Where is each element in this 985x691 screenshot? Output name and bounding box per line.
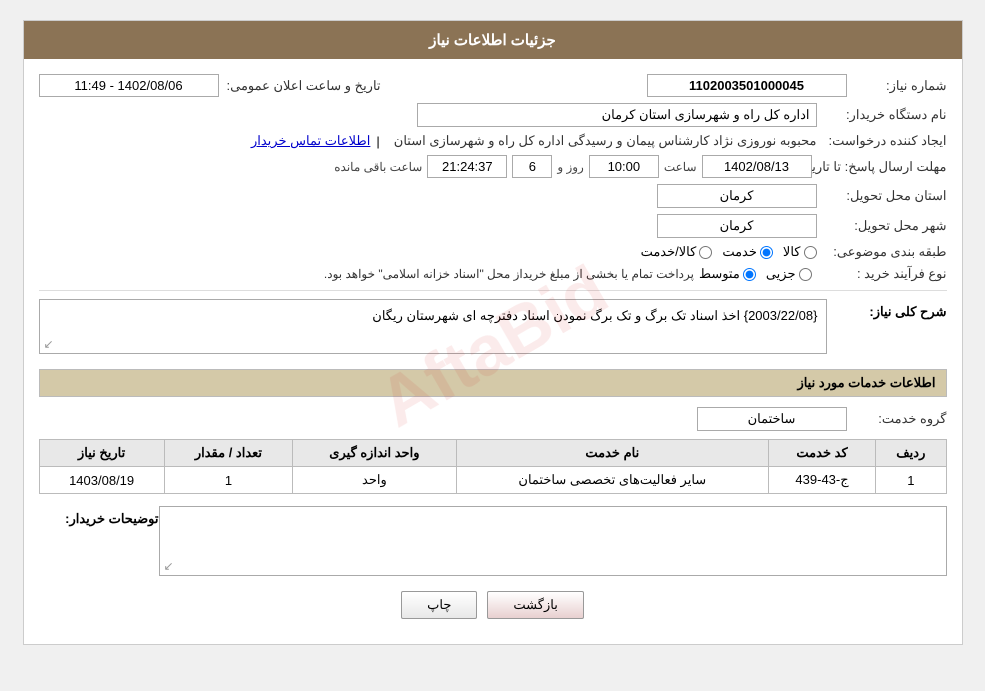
deadline-date: 1402/08/13 <box>702 155 812 178</box>
content-area: شماره نیاز: 1102003501000045 تاریخ و ساع… <box>24 59 962 644</box>
city-label: شهر محل تحویل: <box>817 218 947 234</box>
col-header-unit: واحد اندازه گیری <box>293 440 456 467</box>
category-label-kala-khedmat: کالا/خدمت <box>641 244 697 260</box>
deadline-time: 10:00 <box>589 155 659 178</box>
services-title: اطلاعات خدمات مورد نیاز <box>797 375 935 390</box>
service-group-label: گروه خدمت: <box>847 411 947 427</box>
divider-1 <box>39 290 947 291</box>
cell-need-date: 1403/08/19 <box>39 467 164 494</box>
description-label: شرح کلی نیاز: <box>827 299 947 320</box>
buyer-org-value: اداره کل راه و شهرسازی استان کرمان <box>417 103 817 127</box>
creator-label: ایجاد کننده درخواست: <box>817 133 947 149</box>
category-radio-kala-khedmat[interactable] <box>699 246 712 259</box>
col-header-service-name: نام خدمت <box>456 440 768 467</box>
province-value: کرمان <box>657 184 817 208</box>
table-row: 1 ج-43-439 سایر فعالیت‌های تخصصی ساختمان… <box>39 467 946 494</box>
buyer-org-label: نام دستگاه خریدار: <box>817 107 947 123</box>
category-radio-khedmat[interactable] <box>760 246 773 259</box>
deadline-label: مهلت ارسال پاسخ: تا تاریخ: <box>817 159 947 175</box>
date-label: تاریخ و ساعت اعلان عمومی: <box>219 78 381 94</box>
category-label-kala: کالا <box>783 244 801 260</box>
deadline-time-label: ساعت <box>664 160 697 174</box>
purchase-type-radio-jozii[interactable] <box>799 268 812 281</box>
announcement-number-value: 1102003501000045 <box>647 74 847 97</box>
services-section-header: اطلاعات خدمات مورد نیاز <box>39 369 947 397</box>
page-header: جزئیات اطلاعات نیاز <box>24 21 962 59</box>
category-option-kala: کالا <box>783 244 817 260</box>
city-value: کرمان <box>657 214 817 238</box>
category-radio-group: کالا خدمت کالا/خدمت <box>641 244 817 260</box>
cell-service-code: ج-43-439 <box>768 467 875 494</box>
page-title: جزئیات اطلاعات نیاز <box>429 32 556 49</box>
purchase-type-option-jozii: جزیی <box>766 266 812 282</box>
purchase-type-radio-motevaset[interactable] <box>743 268 756 281</box>
purchase-type-note: پرداخت تمام یا بخشی از مبلغ خریداز محل "… <box>324 267 694 281</box>
cell-unit: واحد <box>293 467 456 494</box>
buyer-description-label: توضیحات خریدار: <box>39 506 159 527</box>
description-content: {2003/22/08} اخذ اسناد تک برگ و تک برگ ن… <box>372 308 817 323</box>
service-group-value: ساختمان <box>697 407 847 431</box>
description-box: {2003/22/08} اخذ اسناد تک برگ و تک برگ ن… <box>39 299 827 354</box>
announcement-number-label: شماره نیاز: <box>847 78 947 94</box>
purchase-type-label: نوع فرآیند خرید : <box>817 266 947 282</box>
category-option-kala-khedmat: کالا/خدمت <box>641 244 713 260</box>
buyer-description-box <box>159 506 947 576</box>
date-value: 1402/08/06 - 11:49 <box>39 74 219 97</box>
purchase-type-label-jozii: جزیی <box>766 266 796 282</box>
col-header-service-code: کد خدمت <box>768 440 875 467</box>
buyer-description-row: توضیحات خریدار: <box>39 506 947 576</box>
purchase-type-label-motevaset: متوسط <box>699 266 740 282</box>
category-label: طبقه بندی موضوعی: <box>817 244 947 260</box>
category-label-khedmat: خدمت <box>722 244 757 260</box>
purchase-type-radio-group: جزیی متوسط <box>699 266 812 282</box>
deadline-remain-label: ساعت باقی مانده <box>334 160 422 174</box>
buttons-row: بازگشت چاپ <box>39 576 947 629</box>
cell-service-name: سایر فعالیت‌های تخصصی ساختمان <box>456 467 768 494</box>
category-option-khedmat: خدمت <box>722 244 773 260</box>
back-button[interactable]: بازگشت <box>487 591 583 619</box>
deadline-day-label: روز و <box>557 160 584 174</box>
category-radio-kala[interactable] <box>804 246 817 259</box>
col-header-need-date: تاریخ نیاز <box>39 440 164 467</box>
deadline-remain: 21:24:37 <box>427 155 507 178</box>
creator-name: محبوبه نوروزی نژاد کارشناس پیمان و رسیدگ… <box>394 133 817 149</box>
col-header-quantity: تعداد / مقدار <box>164 440 292 467</box>
creator-link[interactable]: اطلاعات تماس خریدار <box>251 133 370 149</box>
purchase-type-option-motevaset: متوسط <box>699 266 756 282</box>
deadline-day: 6 <box>512 155 552 178</box>
col-header-row-num: ردیف <box>876 440 946 467</box>
cell-row-num: 1 <box>876 467 946 494</box>
print-button[interactable]: چاپ <box>401 591 477 619</box>
province-label: استان محل تحویل: <box>817 188 947 204</box>
page-container: جزئیات اطلاعات نیاز شماره نیاز: 11020035… <box>23 20 963 645</box>
services-table: ردیف کد خدمت نام خدمت واحد اندازه گیری ت… <box>39 439 947 494</box>
cell-quantity: 1 <box>164 467 292 494</box>
